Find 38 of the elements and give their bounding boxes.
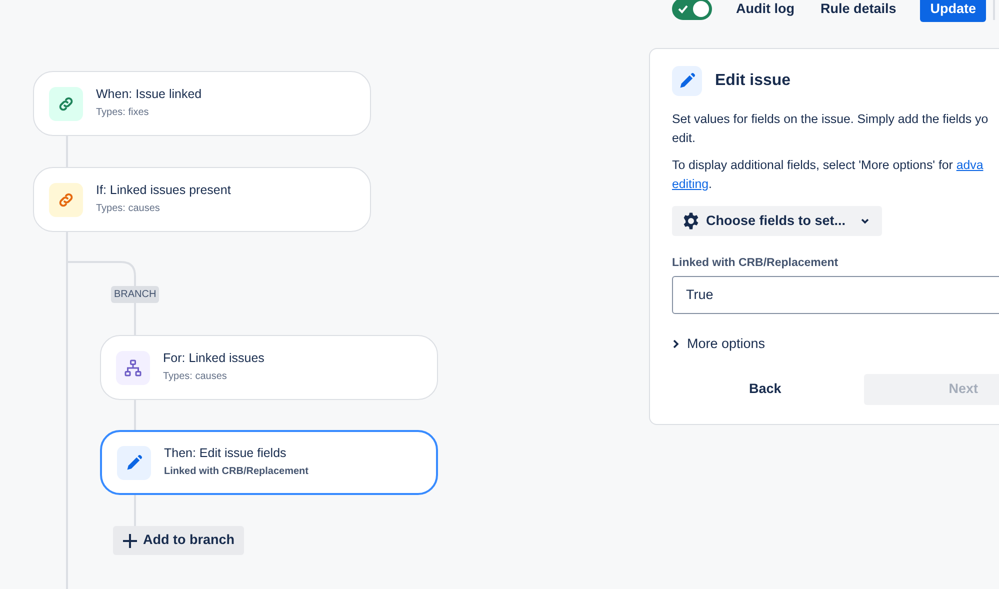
toolbar-link[interactable]: Audit log [736, 0, 794, 20]
pencil-icon [125, 454, 143, 472]
hierarchy-icon [124, 358, 142, 376]
enabled-toggle[interactable] [672, 0, 712, 20]
description-text: Set values for fields on the issue. Simply add the fields yo edit. [672, 111, 990, 147]
step-subtitle: Types: causes [96, 202, 161, 216]
field-label: Linked with CRB/Replacement [672, 256, 840, 272]
step-subtitle: Linked with CRB/Replacement [164, 465, 308, 479]
panel-title: Edit issue [715, 71, 791, 91]
chevron-down-icon [860, 216, 870, 226]
step-title: If: Linked issues present [96, 183, 231, 198]
add-to-branch-button[interactable]: Add to branch [113, 526, 244, 555]
settings-icon [682, 212, 700, 230]
advanced-editing-link[interactable]: editing [672, 176, 709, 191]
rule-step-card[interactable]: If: Linked issues present Types: causes [33, 167, 371, 232]
link-icon [57, 94, 75, 112]
branch-tag: BRANCH [111, 286, 160, 303]
rule-step-card[interactable]: Then: Edit issue fields Linked with CRB/Replacement [100, 430, 438, 495]
toolbar-link[interactable]: Rule details [820, 0, 896, 20]
chevron-right-icon [672, 338, 680, 349]
plus-icon [122, 532, 138, 548]
update-button[interactable]: Update [920, 0, 986, 22]
pencil-icon [678, 72, 696, 90]
more-options-toggle[interactable]: More options [672, 334, 766, 354]
step-subtitle: Types: causes [163, 370, 228, 384]
step-title: When: Issue linked [96, 87, 202, 102]
rule-step-card[interactable]: For: Linked issues Types: causes [100, 335, 438, 400]
link-icon [57, 190, 75, 208]
back-button[interactable]: Back [672, 374, 858, 405]
step-title: For: Linked issues [163, 351, 264, 366]
value-input-field[interactable]: True [672, 276, 999, 314]
step-title: Then: Edit issue fields [164, 446, 288, 461]
advanced-editing-link[interactable]: adva [956, 158, 984, 172]
checkmark-icon [677, 3, 689, 16]
description-text: To display additional fields, select 'More options' for adva editing. [672, 157, 984, 193]
step-subtitle: Types: fixes [96, 106, 150, 120]
rule-step-card[interactable]: When: Issue linked Types: fixes [33, 71, 371, 136]
choose-fields-button[interactable]: Choose fields to set... [672, 206, 882, 236]
